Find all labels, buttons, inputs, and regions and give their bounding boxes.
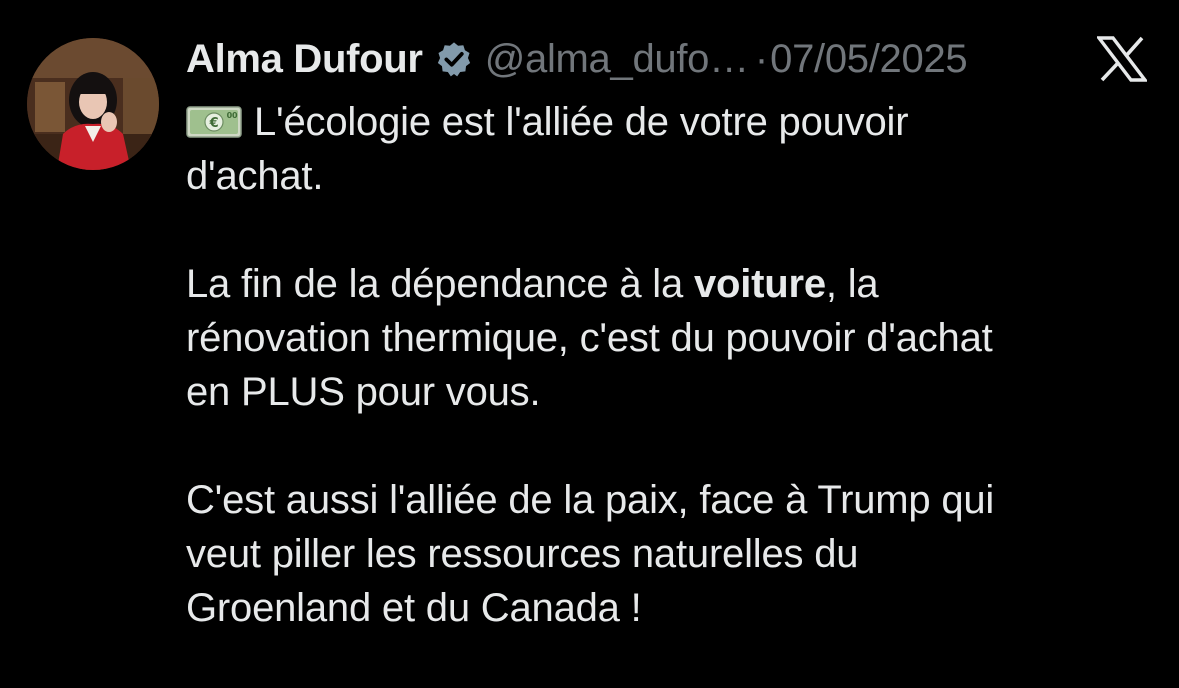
header-separator: ·	[754, 36, 769, 81]
tweet-text: L'écologie est l'alliée de votre pouvoir	[254, 100, 909, 144]
tweet-header: Alma Dufour @alma_dufo… · 07/05/2025	[186, 30, 968, 88]
tweet-date[interactable]: 07/05/2025	[770, 37, 968, 82]
avatar-image	[27, 38, 159, 170]
tweet-bold-text: voiture	[693, 262, 826, 306]
tweet-card: Alma Dufour @alma_dufo… · 07/05/2025 € 0…	[0, 0, 1179, 688]
tweet-line: € 00 L'écologie est l'alliée de votre po…	[186, 95, 1166, 149]
author-name[interactable]: Alma Dufour	[186, 37, 423, 82]
author-handle[interactable]: @alma_dufo…	[485, 37, 749, 82]
svg-text:00: 00	[227, 111, 238, 120]
tweet-line: Groenland et du Canada !	[186, 586, 642, 630]
verified-badge-icon	[435, 40, 473, 78]
tweet-line: veut piller les ressources naturelles du	[186, 532, 859, 576]
avatar[interactable]	[27, 38, 159, 170]
tweet-line: en PLUS pour vous.	[186, 370, 541, 414]
tweet-line: d'achat.	[186, 154, 324, 198]
tweet-line: La fin de la dépendance à la voiture, la	[186, 257, 1166, 311]
svg-text:€: €	[209, 116, 219, 131]
tweet-body: € 00 L'écologie est l'alliée de votre po…	[186, 95, 1166, 635]
x-logo-icon[interactable]	[1097, 36, 1147, 82]
tweet-text: La fin de la dépendance à la	[186, 262, 694, 306]
tweet-text: , la	[825, 262, 879, 306]
tweet-line: C'est aussi l'alliée de la paix, face à …	[186, 478, 995, 522]
tweet-line: rénovation thermique, c'est du pouvoir d…	[186, 316, 993, 360]
euro-banknote-icon: € 00	[186, 105, 242, 139]
